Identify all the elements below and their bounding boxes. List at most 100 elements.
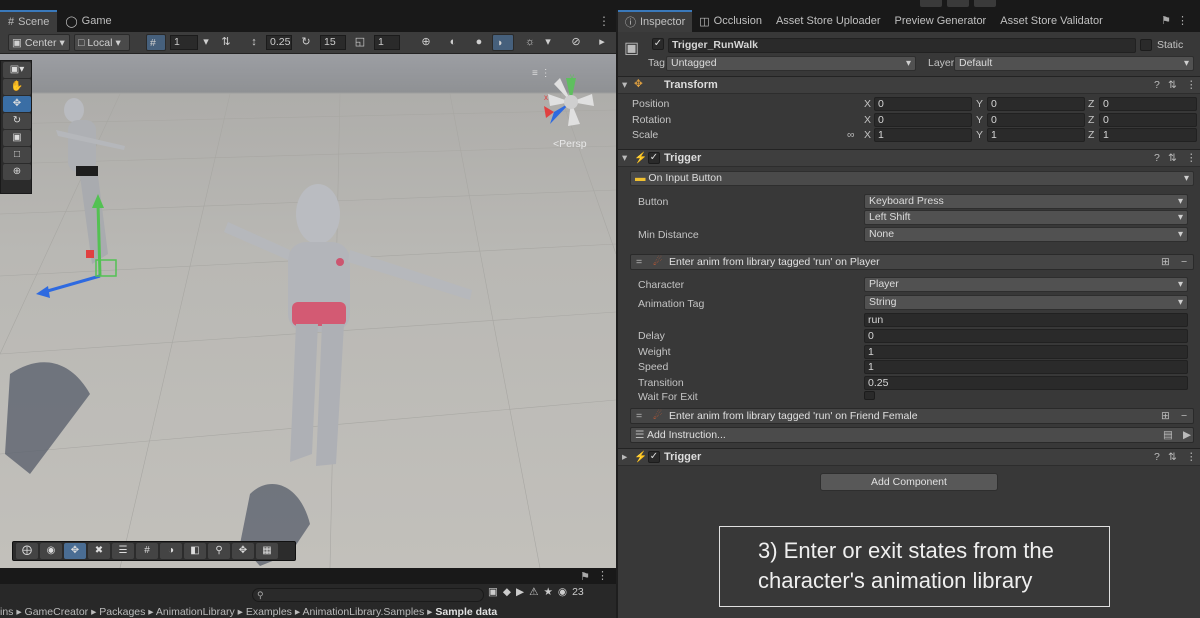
paste-icon[interactable]: ▤ bbox=[1163, 429, 1173, 441]
position-z-field[interactable]: 0 bbox=[1099, 97, 1197, 111]
rotation-y-field[interactable]: 0 bbox=[987, 113, 1085, 127]
snap-icon[interactable]: ⇅ bbox=[218, 35, 234, 50]
lock-icon[interactable]: ⚑ bbox=[580, 570, 590, 583]
help-icon[interactable]: ? bbox=[1154, 451, 1160, 463]
help-icon[interactable]: ? bbox=[1154, 79, 1160, 91]
filter-label-icon[interactable]: ◆ bbox=[503, 586, 511, 598]
component-menu-icon[interactable]: ⋮ bbox=[1186, 152, 1197, 164]
align-icon[interactable]: ☰ bbox=[112, 543, 134, 559]
delay-field[interactable]: 0 bbox=[864, 329, 1188, 343]
audio-icon[interactable]: ● bbox=[471, 35, 487, 50]
globe-icon[interactable]: ◉ bbox=[40, 543, 62, 559]
rotate-snap-field[interactable]: 15 bbox=[320, 35, 346, 50]
breadcrumb-item[interactable]: AnimationLibrary.Samples bbox=[302, 606, 424, 618]
character-dropdown[interactable]: Player bbox=[864, 277, 1188, 292]
move-snap-icon[interactable]: ↕ bbox=[246, 35, 262, 50]
key-dropdown[interactable]: Left Shift bbox=[864, 210, 1188, 225]
grid-size-field[interactable]: 1 bbox=[170, 35, 198, 50]
presets-icon[interactable]: ⇅ bbox=[1168, 152, 1177, 164]
trigger-enabled-checkbox[interactable]: ✓ bbox=[648, 451, 660, 463]
tab-scene[interactable]: # Scene bbox=[0, 10, 58, 32]
lighting-icon[interactable]: ◐ bbox=[445, 35, 461, 50]
transform-tool-icon[interactable]: ⊕ bbox=[3, 164, 31, 180]
orientation-gizmo[interactable]: y x bbox=[540, 72, 602, 136]
instruction-header[interactable]: = ☄ Enter anim from library tagged 'run'… bbox=[630, 254, 1194, 270]
rotate-tool-icon[interactable]: ↻ bbox=[3, 113, 31, 129]
add-component-button[interactable]: Add Component bbox=[820, 473, 998, 491]
pivot-center-dropdown[interactable]: ▣ Center ▾ bbox=[8, 34, 70, 51]
presets-icon[interactable]: ⇅ bbox=[1168, 451, 1177, 463]
gizmos-icon[interactable]: ☼ bbox=[522, 35, 538, 50]
duplicate-icon[interactable]: ⊞ bbox=[1161, 256, 1170, 268]
drag-handle-icon[interactable]: = bbox=[636, 410, 642, 422]
tab-asset-store-uploader[interactable]: Asset Store Uploader bbox=[769, 10, 888, 32]
active-checkbox[interactable]: ✓ bbox=[652, 38, 664, 50]
zoom-icon[interactable]: ⚲ bbox=[208, 543, 230, 559]
grid-dropdown-icon[interactable]: ▾ bbox=[198, 35, 214, 50]
warning-icon[interactable]: ⚠ bbox=[529, 586, 538, 598]
eye-icon[interactable]: ◉ bbox=[558, 586, 567, 598]
breadcrumb-item[interactable]: Examples bbox=[246, 606, 292, 618]
remove-icon[interactable]: − bbox=[1181, 410, 1187, 422]
move-snap-field[interactable]: 0.25 bbox=[266, 35, 292, 50]
breadcrumb-current[interactable]: Sample data bbox=[435, 606, 497, 618]
instruction-header[interactable]: = ☄ Enter anim from library tagged 'run'… bbox=[630, 408, 1194, 424]
foldout-arrow-icon[interactable]: ▾ bbox=[622, 152, 627, 164]
animation-tag-type-dropdown[interactable]: String bbox=[864, 295, 1188, 310]
sphere-icon[interactable]: ◑ bbox=[160, 543, 182, 559]
scene-viewport[interactable]: ▣▾ ✋ ✥ ↻ ▣ □ ⊕ ≡ ⋮ y x <Persp ⨁ ◉ ✥ ✖ ☰ … bbox=[0, 54, 616, 568]
breadcrumb-item[interactable]: Packages bbox=[99, 606, 145, 618]
layer-dropdown[interactable]: Default bbox=[954, 56, 1194, 71]
scale-x-field[interactable]: 1 bbox=[874, 128, 972, 142]
tab-asset-store-validator[interactable]: Asset Store Validator bbox=[993, 10, 1110, 32]
component-menu-icon[interactable]: ⋮ bbox=[1186, 451, 1197, 463]
transition-field[interactable]: 0.25 bbox=[864, 376, 1188, 390]
move-icon[interactable]: ✥ bbox=[64, 543, 86, 559]
tag-dropdown[interactable]: Untagged bbox=[666, 56, 916, 71]
trigger-header[interactable]: ▾ ⚡ ✓ Trigger ? ⇅ ⋮ bbox=[618, 149, 1200, 167]
rotation-x-field[interactable]: 0 bbox=[874, 113, 972, 127]
animation-tag-field[interactable]: run bbox=[864, 313, 1188, 327]
scale-tool-icon[interactable]: ▣ bbox=[3, 130, 31, 146]
position-x-field[interactable]: 0 bbox=[874, 97, 972, 111]
scale-y-field[interactable]: 1 bbox=[987, 128, 1085, 142]
grid-toggle[interactable]: # bbox=[146, 34, 166, 51]
breadcrumb-item[interactable]: AnimationLibrary bbox=[156, 606, 235, 618]
rotation-z-field[interactable]: 0 bbox=[1099, 113, 1197, 127]
presets-icon[interactable]: ⇅ bbox=[1168, 79, 1177, 91]
kebab-menu-icon[interactable]: ⋮ bbox=[1177, 15, 1194, 27]
link-icon[interactable]: ∞ bbox=[847, 129, 855, 141]
wait-for-exit-checkbox[interactable] bbox=[864, 391, 875, 400]
tab-game[interactable]: ◯ Game bbox=[57, 10, 119, 32]
project-search-input[interactable]: ⚲ bbox=[252, 588, 484, 602]
object-name-field[interactable]: Trigger_RunWalk bbox=[668, 38, 1136, 53]
scale-z-field[interactable]: 1 bbox=[1099, 128, 1197, 142]
remove-icon[interactable]: − bbox=[1181, 256, 1187, 268]
hand-tool-icon[interactable]: ✋ bbox=[3, 79, 31, 95]
tools-menu-icon[interactable]: ▣▾ bbox=[3, 62, 31, 78]
tab-preview-generator[interactable]: Preview Generator bbox=[888, 10, 994, 32]
trigger-header-collapsed[interactable]: ▸ ⚡ ✓ Trigger ? ⇅ ⋮ bbox=[618, 448, 1200, 466]
speed-field[interactable]: 1 bbox=[864, 360, 1188, 374]
min-distance-dropdown[interactable]: None bbox=[864, 227, 1188, 242]
tag-icon[interactable]: ▶ bbox=[516, 586, 524, 598]
breadcrumb-item[interactable]: ins bbox=[0, 606, 13, 618]
foldout-arrow-icon[interactable]: ▾ bbox=[622, 79, 627, 91]
scale-snap-icon[interactable]: ◱ bbox=[352, 35, 368, 50]
constraint-icon[interactable]: ✖ bbox=[88, 543, 110, 559]
layers-icon[interactable]: ◧ bbox=[184, 543, 206, 559]
compass-icon[interactable]: ⨁ bbox=[16, 543, 38, 559]
play-button[interactable] bbox=[920, 0, 942, 7]
weight-field[interactable]: 1 bbox=[864, 345, 1188, 359]
overflow-icon[interactable]: ▸ bbox=[594, 35, 610, 50]
visibility-icon[interactable]: ⊘ bbox=[568, 35, 584, 50]
position-y-field[interactable]: 0 bbox=[987, 97, 1085, 111]
tab-occlusion[interactable]: ◫ Occlusion bbox=[692, 10, 769, 32]
pan-icon[interactable]: ✥ bbox=[232, 543, 254, 559]
rect-tool-icon[interactable]: □ bbox=[3, 147, 31, 163]
pause-button[interactable] bbox=[947, 0, 969, 7]
help-icon[interactable]: ? bbox=[1154, 152, 1160, 164]
transform-header[interactable]: ▾ ✥ Transform ? ⇅ ⋮ bbox=[618, 76, 1200, 94]
tab-inspector[interactable]: ⓘ Inspector bbox=[618, 10, 693, 32]
breadcrumb-item[interactable]: GameCreator bbox=[25, 606, 89, 618]
